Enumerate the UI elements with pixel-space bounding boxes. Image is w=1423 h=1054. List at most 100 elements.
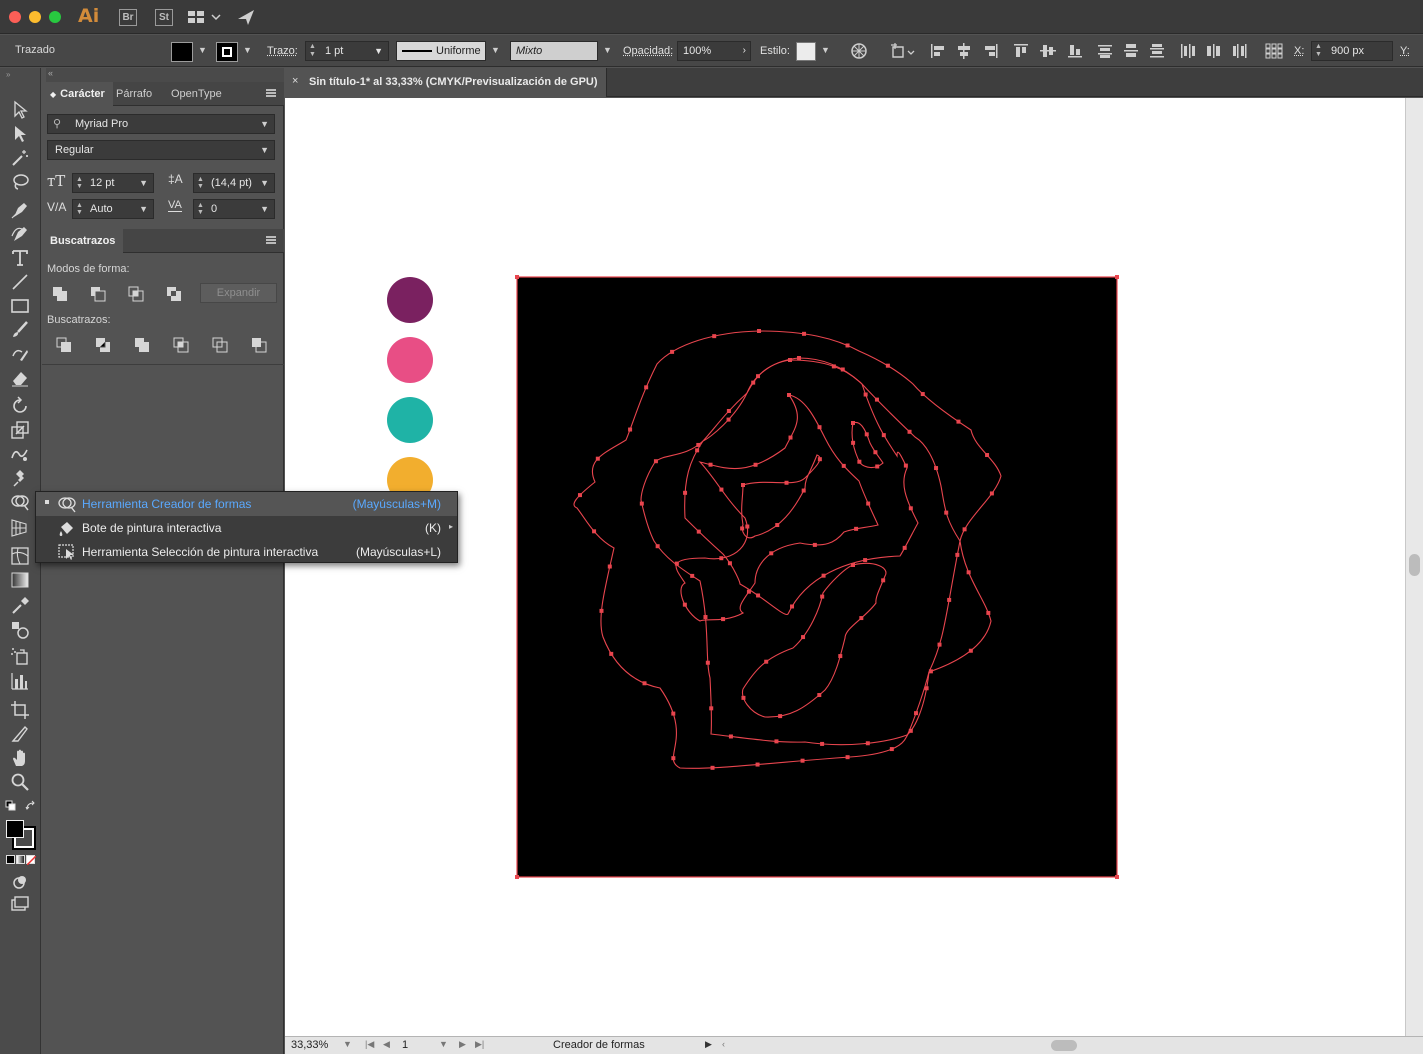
anchor-point[interactable] [683,490,688,495]
anchor-point[interactable] [881,578,886,583]
anchor-point[interactable] [881,433,886,438]
anchor-point[interactable] [801,635,806,640]
color-mode-icon[interactable] [6,855,15,864]
anchor-point[interactable] [989,491,994,496]
opacity-label[interactable]: Opacidad: [623,45,673,57]
artwork-svg[interactable] [285,98,1405,1036]
font-style-select[interactable]: Regular ▼ [47,140,275,160]
window-maximize-button[interactable] [49,11,61,23]
default-colors-icon[interactable] [5,800,17,815]
tab-paragraph[interactable]: Párrafo [108,82,160,106]
anchor-point[interactable] [944,510,949,515]
zoom-tool-icon[interactable] [10,772,30,792]
vertical-scrollbar[interactable] [1405,98,1423,1036]
fill-dropdown-icon[interactable]: ▼ [198,45,207,55]
anchor-point[interactable] [607,564,612,569]
style-dropdown-icon[interactable]: ▼ [821,45,830,55]
crop-icon[interactable] [173,337,189,353]
anchor-point[interactable] [908,506,913,511]
artboard-tool-icon[interactable] [10,700,30,720]
anchor-point[interactable] [741,483,745,487]
stroke-profile-select[interactable]: Uniforme [396,41,486,61]
last-page-icon[interactable]: ▶| [475,1039,484,1050]
anchor-point[interactable] [797,356,801,360]
transform-reference-icon[interactable] [1265,43,1283,59]
anchor-point[interactable] [653,459,658,464]
eraser-tool-icon[interactable] [10,368,30,388]
x-label[interactable]: X: [1294,45,1304,57]
kerning-field[interactable]: ▲ ▼ Auto ▼ [72,199,154,219]
anchor-point[interactable] [840,367,845,372]
tracking-stepper[interactable]: ▲ ▼ [197,202,204,216]
distribute-top-icon[interactable] [1097,43,1113,59]
anchor-point[interactable] [712,334,717,339]
opacity-field[interactable]: 100% › [677,41,751,61]
teal-swatch[interactable] [387,397,433,443]
anchor-point[interactable] [599,608,604,613]
anchor-point[interactable] [889,747,894,752]
outline-icon[interactable] [212,337,228,353]
anchor-point[interactable] [1115,275,1119,279]
anchor-point[interactable] [863,392,868,397]
anchor-point[interactable] [515,275,519,279]
stroke-weight-field[interactable]: ▲ ▼ 1 pt ▼ [305,41,389,61]
anchor-point[interactable] [966,570,971,575]
anchor-point[interactable] [756,374,761,379]
brush-select[interactable]: Mixto [510,41,598,61]
anchor-point[interactable] [690,573,695,578]
anchor-point[interactable] [719,487,724,492]
page-number[interactable]: 1 [402,1039,408,1051]
anchor-point[interactable] [708,462,713,467]
stroke-label[interactable]: Trazo: [267,45,298,57]
anchor-point[interactable] [866,501,871,506]
expand-button[interactable]: Expandir [200,283,277,303]
shaper-tool-icon[interactable] [10,344,30,364]
fill-color-box[interactable] [6,820,24,838]
direct-selection-tool-icon[interactable] [10,124,30,144]
minus-front-icon[interactable] [90,286,106,302]
tab-character[interactable]: ◆ Carácter [42,82,113,106]
anchor-point[interactable] [628,427,633,432]
eyedropper-tool-icon[interactable] [10,596,30,616]
anchor-point[interactable] [755,762,760,767]
anchor-point[interactable] [695,448,700,453]
anchor-point[interactable] [778,714,783,719]
anchor-point[interactable] [820,741,825,746]
align-bottom-icon[interactable] [1067,43,1083,59]
anchor-point[interactable] [719,556,724,561]
anchor-point[interactable] [709,706,714,711]
blend-tool-icon[interactable] [10,620,30,640]
stock-button[interactable]: St [155,9,173,26]
menu-item-live-paint-bucket[interactable]: Bote de pintura interactiva (K) ▸ [36,516,457,540]
anchor-point[interactable] [934,466,939,471]
distribute-vcenter-icon[interactable] [1123,43,1139,59]
line-tool-icon[interactable] [10,272,30,292]
anchor-point[interactable] [764,659,769,664]
window-close-button[interactable] [9,11,21,23]
distribute-right-icon[interactable] [1232,43,1248,59]
anchor-point[interactable] [696,442,701,447]
document-tab[interactable]: × Sin título-1* al 33,33% (CMYK/Previsua… [285,68,607,97]
anchor-point[interactable] [914,711,919,716]
next-page-icon[interactable]: ▶ [459,1039,466,1050]
anchor-point[interactable] [885,363,890,368]
anchor-point[interactable] [788,435,793,440]
unite-icon[interactable] [52,286,68,302]
anchor-point[interactable] [854,526,859,531]
anchor-point[interactable] [515,875,519,879]
stroke-swatch[interactable] [216,42,238,62]
anchor-point[interactable] [696,529,701,534]
anchor-point[interactable] [784,480,789,485]
merge-icon[interactable] [134,337,150,353]
anchor-point[interactable] [812,542,817,547]
slice-tool-icon[interactable] [10,724,30,744]
paintbrush-tool-icon[interactable] [10,320,30,340]
puppet-warp-tool-icon[interactable] [10,468,30,488]
anchor-point[interactable] [642,681,647,686]
gradient-mode-icon[interactable] [16,855,25,864]
anchor-point[interactable] [864,432,869,437]
anchor-point[interactable] [907,429,912,434]
close-icon[interactable]: × [292,75,298,87]
minus-back-icon[interactable] [251,337,267,353]
bridge-button[interactable]: Br [119,9,137,26]
